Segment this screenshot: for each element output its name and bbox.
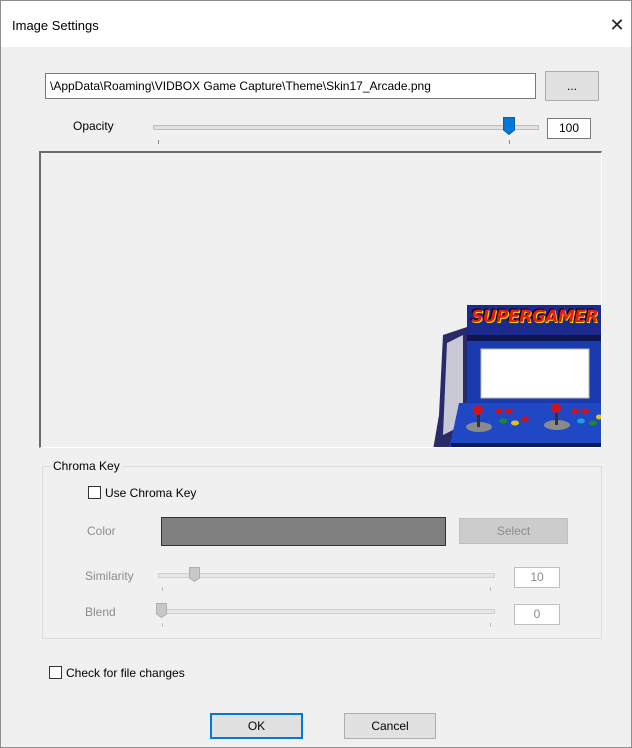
blend-slider-track[interactable] — [158, 609, 495, 614]
slider-tick — [162, 623, 163, 627]
slider-tick — [158, 140, 159, 144]
cancel-button[interactable]: Cancel — [344, 713, 436, 739]
ok-button[interactable]: OK — [210, 713, 303, 739]
arcade-logo: SUPERGAMER — [471, 307, 601, 333]
select-color-button[interactable]: Select — [459, 518, 568, 544]
blend-slider-thumb-icon[interactable] — [156, 603, 167, 618]
opacity-slider-track[interactable] — [153, 125, 539, 130]
similarity-slider-thumb-icon[interactable] — [189, 567, 200, 582]
slider-tick — [162, 587, 163, 591]
image-preview: SUPERGAMER — [39, 151, 602, 448]
similarity-slider-track[interactable] — [158, 573, 495, 578]
opacity-value-field[interactable]: 100 — [547, 118, 591, 139]
opacity-label: Opacity — [73, 119, 114, 133]
similarity-label: Similarity — [85, 569, 134, 583]
logo-word-super: SUPER — [471, 307, 532, 327]
slider-tick — [490, 587, 491, 591]
similarity-value-field[interactable]: 10 — [514, 567, 560, 588]
color-label: Color — [87, 524, 116, 538]
check-file-changes-label: Check for file changes — [66, 666, 185, 680]
title-bar: Image Settings ✕ — [1, 1, 631, 47]
blend-value-field[interactable]: 0 — [514, 604, 560, 625]
image-path-field[interactable]: \AppData\Roaming\VIDBOX Game Capture\The… — [45, 73, 536, 99]
chroma-key-group-title: Chroma Key — [51, 459, 122, 473]
check-file-changes-checkbox[interactable] — [49, 666, 62, 679]
blend-label: Blend — [85, 605, 116, 619]
window-title: Image Settings — [12, 18, 99, 33]
chroma-color-swatch — [161, 517, 446, 546]
slider-tick — [509, 140, 510, 144]
image-settings-dialog: Image Settings ✕ \AppData\Roaming\VIDBOX… — [0, 0, 632, 748]
opacity-slider-thumb-icon[interactable] — [503, 117, 515, 135]
browse-button[interactable]: ... — [545, 71, 599, 101]
slider-tick — [490, 623, 491, 627]
use-chroma-key-label: Use Chroma Key — [105, 486, 197, 500]
use-chroma-key-checkbox[interactable] — [88, 486, 101, 499]
logo-word-gamer: GAMER — [531, 307, 599, 327]
close-icon[interactable]: ✕ — [605, 13, 629, 37]
